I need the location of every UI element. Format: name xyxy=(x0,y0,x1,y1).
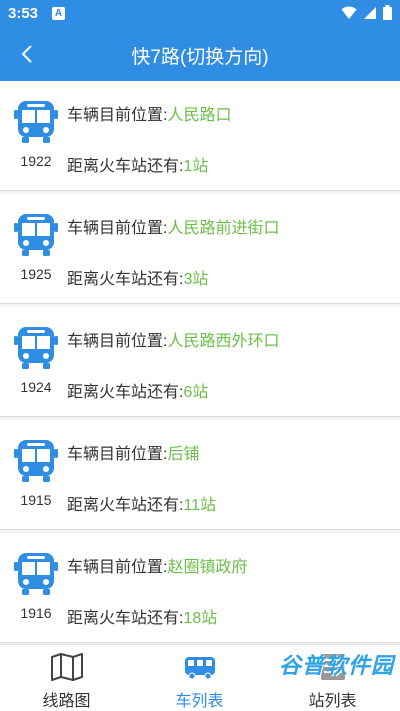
current-location: 车辆目前位置:人民路前进街口 xyxy=(67,214,279,238)
bus-number: 1916 xyxy=(20,605,52,621)
distance-value: 1站 xyxy=(183,158,209,175)
list-item[interactable]: 1924 车辆目前位置:人民路西外环口 距离火车站还有:6站 xyxy=(0,307,400,417)
distance-value: 18站 xyxy=(183,610,218,627)
location-value: 赵圈镇政府 xyxy=(167,559,248,576)
status-time: 3:53 xyxy=(8,5,39,22)
tab-label: 站列表 xyxy=(308,693,357,710)
location-value: 人民路口 xyxy=(167,107,232,124)
bus-icon xyxy=(14,214,58,256)
tab-bus-list[interactable]: 车列表 xyxy=(133,645,266,711)
stops-remaining: 距离火车站还有:1站 xyxy=(67,152,208,176)
bus-icon xyxy=(14,553,58,595)
list-item[interactable]: 1915 车辆目前位置:后铺 距离火车站还有:11站 xyxy=(0,420,400,530)
location-value: 后铺 xyxy=(167,446,200,463)
location-label: 车辆目前位置: xyxy=(67,220,168,237)
bus-icon xyxy=(14,101,58,143)
signal-icon xyxy=(364,6,376,19)
app-notification-icon: A xyxy=(52,7,65,20)
battery-icon xyxy=(383,5,392,20)
location-value: 人民路前进街口 xyxy=(167,220,280,237)
distance-label: 距离火车站还有: xyxy=(67,497,184,514)
map-icon xyxy=(50,653,83,681)
bus-list[interactable]: 1922 车辆目前位置:人民路口 距离火车站还有:1站 1925 车辆目前位置:… xyxy=(0,81,400,644)
bus-number: 1915 xyxy=(20,492,52,508)
stops-remaining: 距离火车站还有:18站 xyxy=(67,604,217,628)
location-label: 车辆目前位置: xyxy=(67,333,168,350)
list-item[interactable]: 1922 车辆目前位置:人民路口 距离火车站还有:1站 xyxy=(0,81,400,191)
watermark-logo: 谷普软件园 xyxy=(278,653,394,678)
location-label: 车辆目前位置: xyxy=(67,446,168,463)
status-icons xyxy=(341,5,392,20)
distance-label: 距离火车站还有: xyxy=(67,610,184,627)
list-item[interactable]: 1916 车辆目前位置:赵圈镇政府 距离火车站还有:18站 xyxy=(0,533,400,643)
current-location: 车辆目前位置:人民路口 xyxy=(67,101,231,125)
distance-value: 3站 xyxy=(183,271,209,288)
bus-number: 1925 xyxy=(20,266,52,282)
bus-icon xyxy=(14,440,58,482)
distance-label: 距离火车站还有: xyxy=(67,271,184,288)
tab-route-map[interactable]: 线路图 xyxy=(0,645,133,711)
distance-label: 距离火车站还有: xyxy=(67,384,184,401)
location-value: 人民路西外环口 xyxy=(167,333,280,350)
current-location: 车辆目前位置:赵圈镇政府 xyxy=(67,553,247,577)
page-title[interactable]: 快7路(切换方向) xyxy=(0,42,400,69)
location-label: 车辆目前位置: xyxy=(67,559,168,576)
app-header: 快7路(切换方向) xyxy=(0,27,400,81)
bus-number: 1922 xyxy=(20,153,52,169)
current-location: 车辆目前位置:后铺 xyxy=(67,440,199,464)
status-bar: 3:53 A xyxy=(0,0,400,27)
wifi-icon xyxy=(341,6,357,19)
distance-value: 11站 xyxy=(183,497,217,514)
location-label: 车辆目前位置: xyxy=(67,107,168,124)
list-item[interactable]: 1925 车辆目前位置:人民路前进街口 距离火车站还有:3站 xyxy=(0,194,400,304)
bus-icon xyxy=(14,327,58,369)
bus-icon xyxy=(184,657,215,680)
stops-remaining: 距离火车站还有:11站 xyxy=(67,491,216,515)
current-location: 车辆目前位置:人民路西外环口 xyxy=(67,327,279,351)
stops-remaining: 距离火车站还有:6站 xyxy=(67,378,208,402)
stops-remaining: 距离火车站还有:3站 xyxy=(67,265,208,289)
distance-label: 距离火车站还有: xyxy=(67,158,184,175)
bus-number: 1924 xyxy=(20,379,52,395)
tab-label: 线路图 xyxy=(42,693,91,710)
distance-value: 6站 xyxy=(183,384,209,401)
tab-label: 车列表 xyxy=(175,693,224,710)
